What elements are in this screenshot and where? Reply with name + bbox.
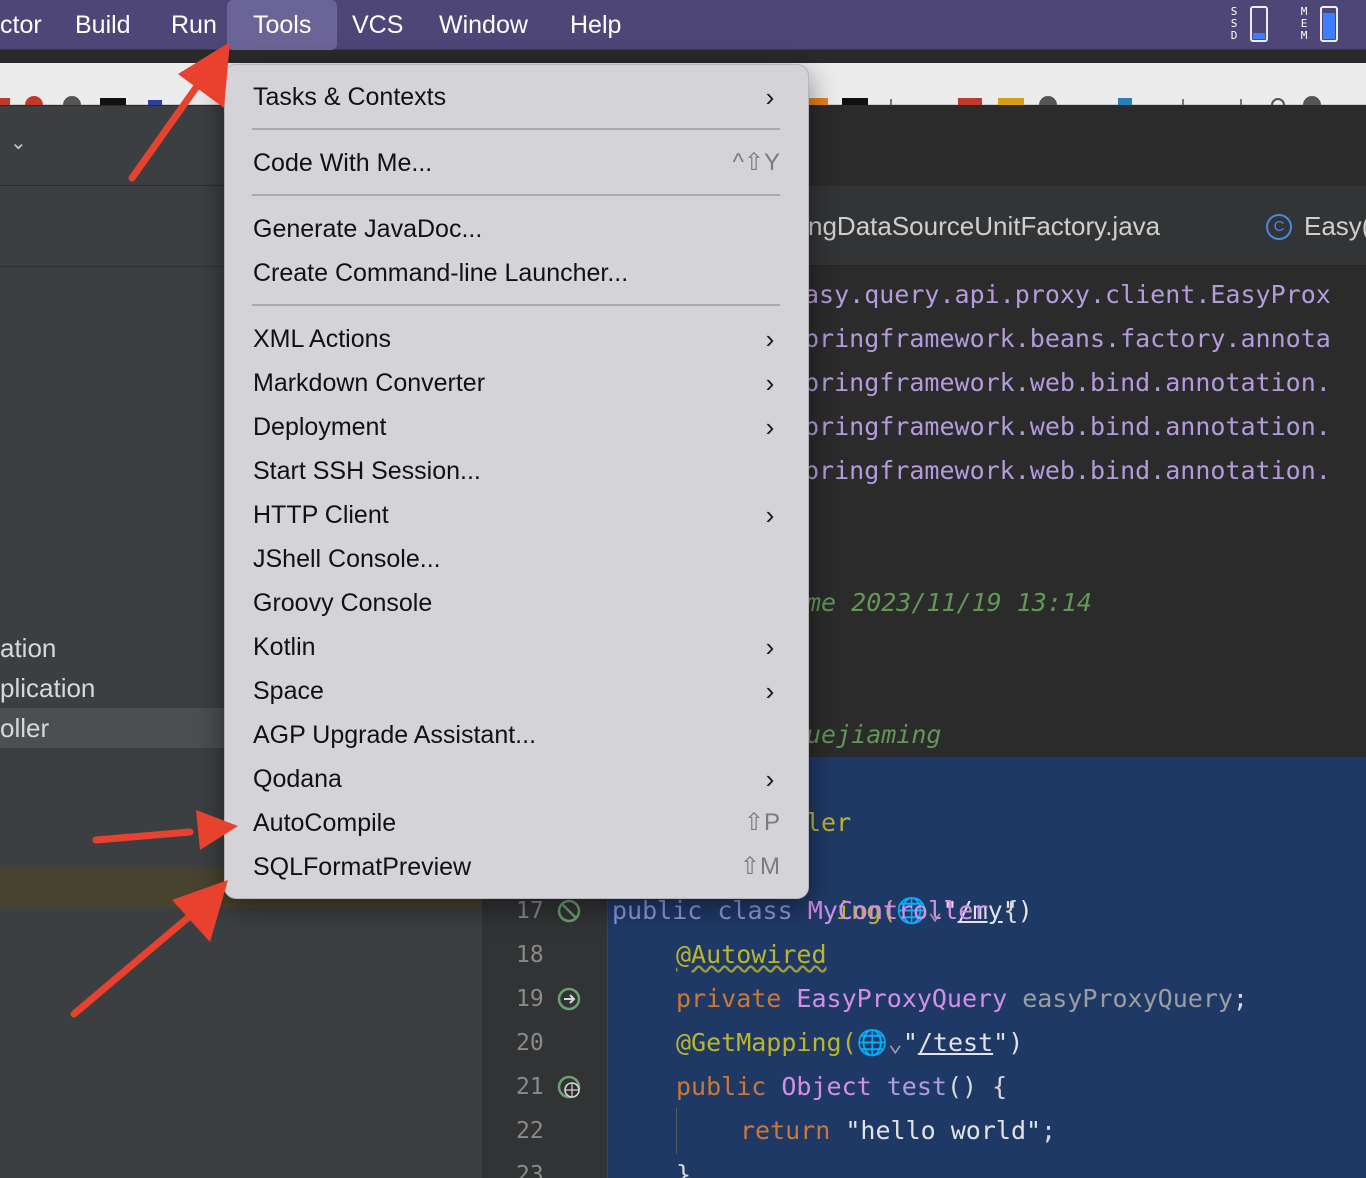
menu-item-code-with-me[interactable]: Code With Me...: [253, 141, 432, 185]
bean-no-icon[interactable]: [556, 898, 584, 926]
menu-run[interactable]: Run: [171, 0, 217, 50]
method-signature: () {: [946, 1072, 1008, 1101]
ssd-meter-icon: [1250, 6, 1268, 42]
menu-item-create-launcher[interactable]: Create Command-line Launcher...: [253, 251, 628, 295]
menu-separator: [252, 128, 780, 130]
menu-item-groovy-console[interactable]: Groovy Console: [253, 581, 432, 625]
tree-item-myapplication[interactable]: plication: [0, 668, 95, 708]
code-line-22: return "hello world";: [740, 1109, 1056, 1153]
brace: {: [1003, 896, 1019, 925]
import-line: pringframework.beans.factory.annota: [804, 324, 1331, 353]
mem-label: M E M: [1298, 6, 1310, 42]
submenu-arrow-icon: ›: [765, 764, 775, 794]
mapping-path-link[interactable]: /test: [918, 1028, 993, 1057]
restcontroller-annotation: ler: [806, 808, 852, 837]
tree-item-controller[interactable]: oller: [0, 708, 49, 748]
line-number: 23: [516, 1162, 544, 1178]
submenu-arrow-icon: ›: [765, 676, 775, 706]
chevron-down-icon[interactable]: ⌄: [10, 130, 27, 155]
menu-item-space[interactable]: Space: [253, 669, 324, 713]
requestmapping-annotation: ing(🌐⌄"/my"): [836, 896, 1033, 925]
menu-separator: [252, 194, 780, 196]
menu-item-jshell[interactable]: JShell Console...: [253, 537, 441, 581]
autowired-navigate-icon[interactable]: [556, 986, 584, 1014]
submenu-arrow-icon: ›: [765, 500, 775, 530]
ssd-letter: D: [1230, 29, 1238, 42]
semicolon: ;: [1232, 984, 1248, 1013]
import-line: asy.query.api.proxy.client.EasyProx: [804, 280, 1331, 309]
annotation: @GetMapping(: [676, 1028, 857, 1057]
type-name: Object: [781, 1072, 872, 1101]
import-line: pringframework.web.bind.annotation.: [804, 412, 1331, 441]
submenu-arrow-icon: ›: [765, 632, 775, 662]
keyword: public: [612, 896, 703, 925]
code-line-19: private EasyProxyQuery easyProxyQuery;: [676, 977, 1248, 1021]
ssd-label: S S D: [1228, 6, 1240, 42]
mem-meter-icon: [1320, 6, 1338, 42]
menu-item-kotlin[interactable]: Kotlin: [253, 625, 316, 669]
import-line: pringframework.web.bind.annotation.: [804, 456, 1331, 485]
line-number: 20: [516, 1030, 544, 1056]
indent-guide: [676, 1108, 677, 1154]
menu-item-agp-upgrade[interactable]: AGP Upgrade Assistant...: [253, 713, 536, 757]
keyword: public: [676, 1072, 767, 1101]
menu-item-http-client[interactable]: HTTP Client: [253, 493, 389, 537]
semicolon: ;: [1041, 1116, 1057, 1145]
menu-item-tasks-contexts[interactable]: Tasks & Contexts: [253, 75, 446, 119]
menu-item-generate-javadoc[interactable]: Generate JavaDoc...: [253, 207, 482, 251]
menu-item-sqlformatpreview[interactable]: SQLFormatPreview: [253, 845, 471, 889]
menu-help[interactable]: Help: [570, 0, 621, 50]
keyword: return: [740, 1116, 831, 1145]
tree-item-application[interactable]: ation: [0, 628, 56, 668]
shortcut-label: ^⇧Y: [732, 149, 780, 176]
keyword: private: [676, 984, 782, 1013]
endpoint-globe-icon[interactable]: [556, 1074, 584, 1102]
menu-item-qodana[interactable]: Qodana: [253, 757, 342, 801]
window-separator: [0, 51, 1366, 63]
menu-item-autocompile[interactable]: AutoCompile: [253, 801, 396, 845]
line-number: 19: [516, 986, 544, 1012]
menu-item-xml-actions[interactable]: XML Actions: [253, 317, 391, 361]
shortcut-label: ⇧P: [743, 809, 780, 836]
submenu-arrow-icon: ›: [765, 412, 775, 442]
type-name: EasyProxyQuery: [796, 984, 1008, 1013]
code-line-18: @Autowired: [676, 933, 827, 977]
method-name: test: [886, 1072, 947, 1101]
javadoc-time: me 2023/11/19 13:14: [806, 588, 1092, 617]
tab-datasource-factory[interactable]: ngDataSourceUnitFactory.java: [808, 211, 1160, 242]
globe-icon[interactable]: 🌐⌄: [857, 1028, 903, 1057]
menu-item-markdown-converter[interactable]: Markdown Converter: [253, 361, 485, 405]
menu-window[interactable]: Window: [439, 0, 528, 50]
keyword: class: [717, 896, 793, 925]
class-name: MyController: [807, 896, 989, 925]
line-number: 21: [516, 1074, 544, 1100]
menu-item-start-ssh[interactable]: Start SSH Session...: [253, 449, 481, 493]
menu-tools[interactable]: Tools: [227, 0, 338, 50]
class-icon: C: [1266, 214, 1292, 240]
line-number: 22: [516, 1118, 544, 1144]
annotation: @Autowired: [676, 940, 827, 969]
menu-build[interactable]: Build: [75, 0, 131, 50]
string-literal: "hello world": [845, 1116, 1042, 1145]
menu-vcs[interactable]: VCS: [352, 0, 403, 50]
line-number: 18: [516, 942, 544, 968]
javadoc-author: uejiaming: [806, 720, 942, 749]
tab-easy[interactable]: Easy(: [1304, 211, 1366, 242]
code-line-21: public Object test() {: [676, 1065, 1007, 1109]
submenu-arrow-icon: ›: [765, 324, 775, 354]
import-line: pringframework.web.bind.annotation.: [804, 368, 1331, 397]
field-name: easyProxyQuery: [1022, 984, 1233, 1013]
submenu-arrow-icon: ›: [765, 82, 775, 112]
code-line-23: }: [676, 1160, 692, 1178]
submenu-arrow-icon: ›: [765, 368, 775, 398]
code-line-20: @GetMapping(🌐⌄"/test"): [676, 1028, 1024, 1057]
shortcut-label: ⇧M: [739, 853, 780, 880]
menu-refactor[interactable]: ctor: [0, 0, 42, 50]
mem-letter: M: [1300, 29, 1308, 42]
menu-item-deployment[interactable]: Deployment: [253, 405, 386, 449]
menu-separator: [252, 304, 780, 306]
